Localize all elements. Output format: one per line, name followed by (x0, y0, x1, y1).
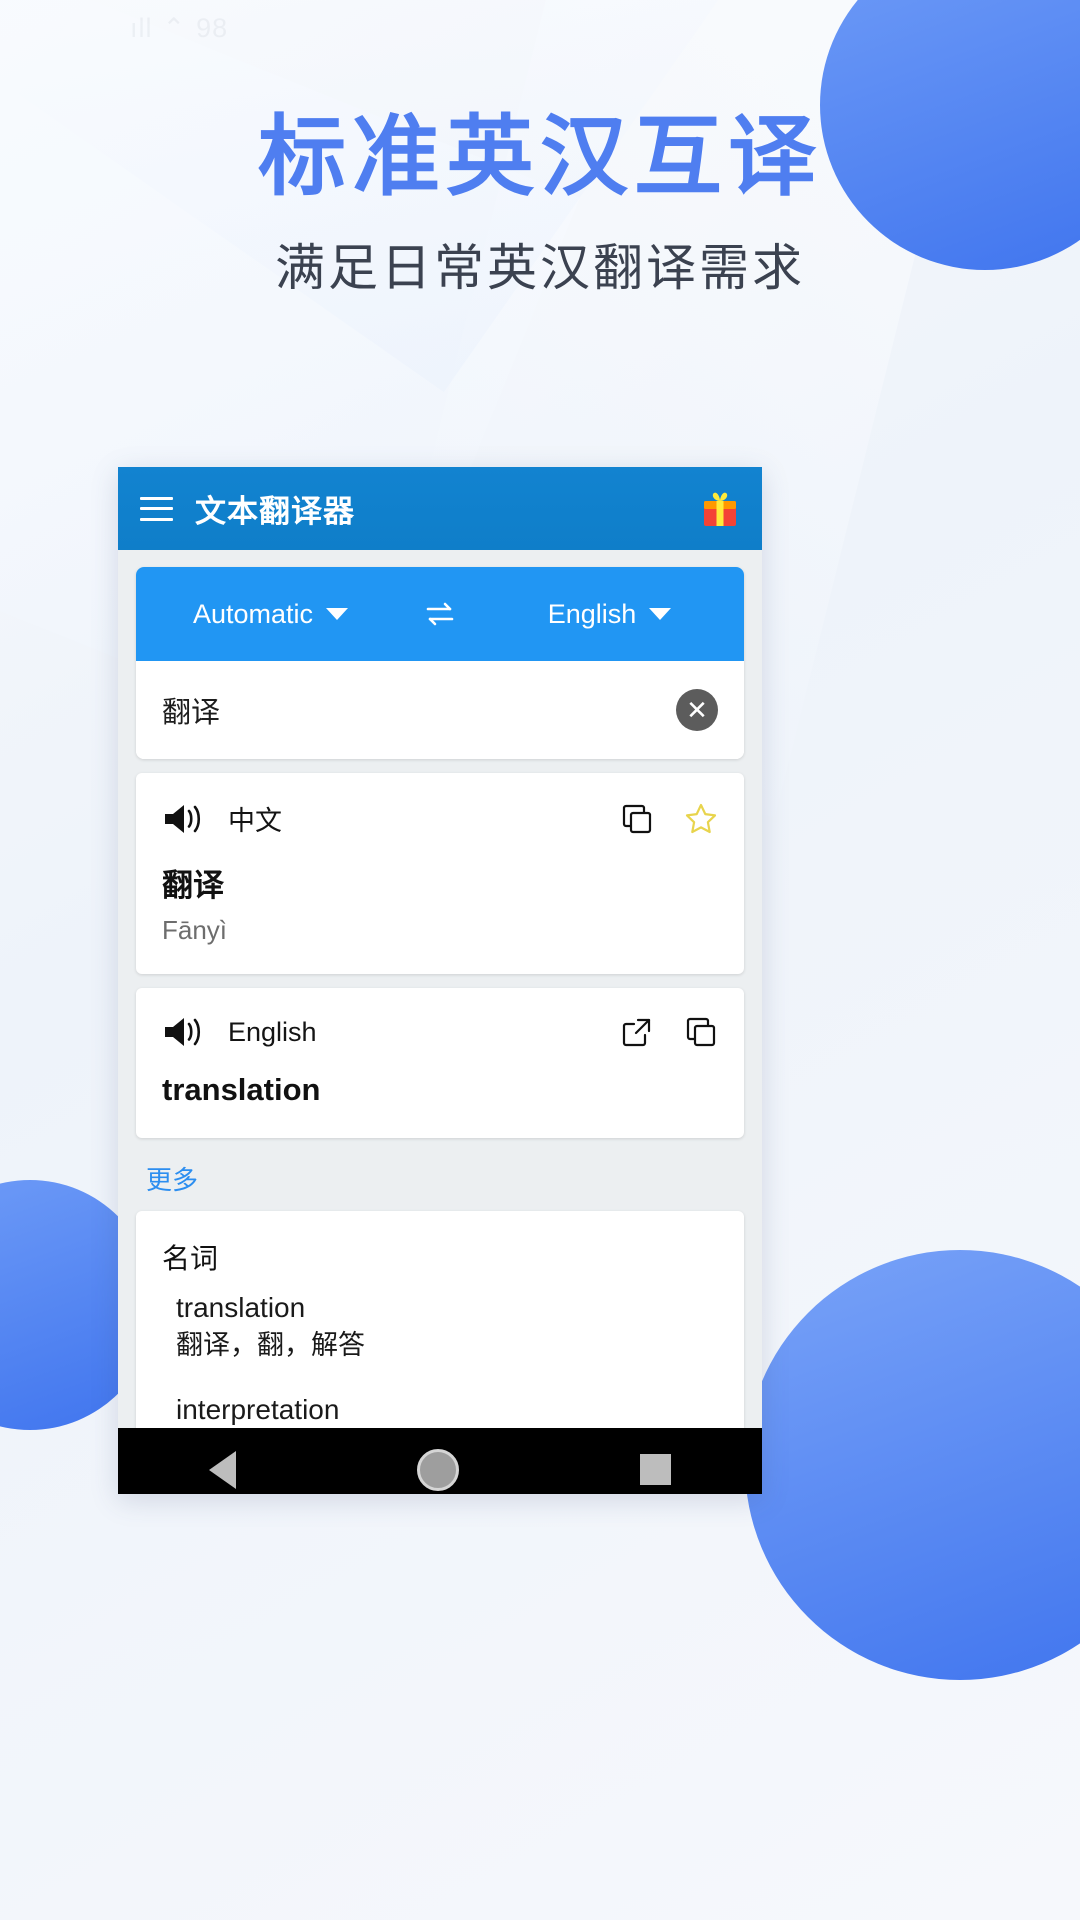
hamburger-icon[interactable] (140, 497, 173, 521)
phone-screenshot: 文本翻译器 Automatic (118, 467, 762, 1494)
text-input-row: 翻译 ✕ (136, 661, 744, 759)
part-of-speech-label: 名词 (162, 1237, 718, 1277)
language-bar: Automatic English (136, 567, 744, 661)
dictionary-term: translation (176, 1289, 718, 1327)
chevron-down-icon (326, 608, 348, 620)
share-icon[interactable] (620, 1015, 654, 1049)
result-word: 翻译 (136, 838, 744, 905)
translate-input-card: Automatic English 翻译 ✕ (136, 567, 744, 759)
speaker-icon[interactable] (162, 1014, 206, 1050)
copy-icon[interactable] (620, 802, 654, 836)
chevron-down-icon (649, 608, 671, 620)
copy-icon[interactable] (684, 1015, 718, 1049)
app-screen: Automatic English 翻译 ✕ (118, 567, 762, 1494)
result-header: English (136, 988, 744, 1050)
result-pinyin: Fānyì (136, 905, 744, 974)
hero-section: 标准英汉互译 满足日常英汉翻译需求 (0, 112, 1080, 300)
result-word: translation (136, 1050, 744, 1138)
dictionary-term: interpretation (176, 1391, 718, 1429)
dictionary-meanings: 翻译，翻，解答 (176, 1327, 718, 1365)
result-card-source: 中文 翻译 Fānyì (136, 773, 744, 974)
target-language-label: English (548, 599, 637, 630)
target-language-selector[interactable]: English (475, 599, 744, 630)
status-bar: ıll ⌃ 98 (0, 8, 1080, 48)
result-header: 中文 (136, 773, 744, 838)
signal-icon: ıll (130, 13, 153, 44)
hero-title: 标准英汉互译 (0, 112, 1080, 202)
more-link[interactable]: 更多 (118, 1138, 762, 1205)
home-button[interactable] (417, 1449, 459, 1491)
android-nav-bar (118, 1428, 762, 1494)
clear-input-button[interactable]: ✕ (676, 689, 718, 731)
dictionary-entry: translation 翻译，翻，解答 (176, 1289, 718, 1365)
result-actions (620, 802, 718, 836)
swap-languages-button[interactable] (405, 597, 475, 631)
source-language-selector[interactable]: Automatic (136, 599, 405, 630)
search-input[interactable]: 翻译 (162, 689, 676, 731)
gift-icon[interactable] (700, 489, 740, 529)
result-language-label: English (228, 1017, 317, 1048)
speaker-icon[interactable] (162, 801, 206, 837)
star-icon[interactable] (684, 802, 718, 836)
recents-button[interactable] (640, 1454, 671, 1485)
app-bar: 文本翻译器 (118, 467, 762, 550)
app-title: 文本翻译器 (195, 486, 355, 531)
result-language-label: 中文 (228, 799, 282, 838)
bg-circle-bottom-right (745, 1250, 1080, 1680)
result-actions (620, 1015, 718, 1049)
hero-subtitle: 满足日常英汉翻译需求 (0, 228, 1080, 300)
battery-level: 98 (196, 13, 228, 44)
back-button[interactable] (209, 1451, 236, 1489)
source-language-label: Automatic (193, 599, 313, 630)
wifi-icon: ⌃ (163, 13, 187, 44)
result-card-target: English trans (136, 988, 744, 1138)
